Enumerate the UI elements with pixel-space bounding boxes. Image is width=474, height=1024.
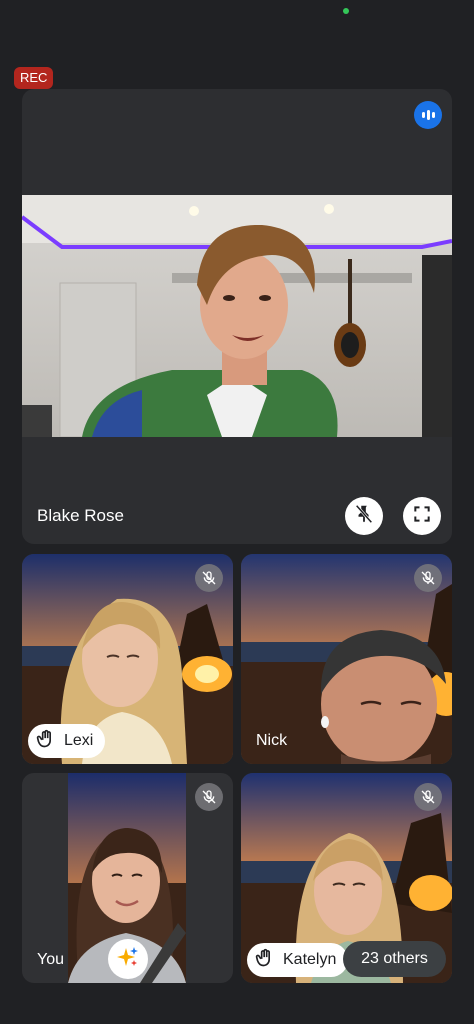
participant-tile-you[interactable]: You (22, 773, 233, 983)
main-participant-name: Blake Rose (37, 506, 124, 525)
audio-level-icon (414, 101, 442, 129)
mic-off-icon (195, 564, 223, 592)
visual-effects-button[interactable] (108, 939, 148, 979)
camera-indicator-dot (343, 8, 349, 14)
mic-off-icon (414, 564, 442, 592)
main-video-feed (22, 195, 452, 437)
fullscreen-button[interactable] (403, 497, 441, 535)
name-pill-lexi: Lexi (28, 724, 106, 758)
mic-off-icon (195, 783, 223, 811)
mic-off-icon (414, 783, 442, 811)
participant-name-you: You (37, 951, 64, 968)
unpin-button[interactable] (345, 497, 383, 535)
fullscreen-icon (412, 504, 432, 529)
raised-hand-icon (36, 729, 56, 754)
participant-name-katelyn: Katelyn (283, 951, 337, 968)
others-count-button[interactable]: 23 others (343, 941, 446, 977)
sparkle-icon (116, 945, 140, 974)
unpin-icon (353, 503, 375, 530)
name-pill-katelyn: Katelyn (247, 943, 349, 977)
main-participant-tile[interactable]: Blake Rose (22, 89, 452, 544)
raised-hand-icon (255, 948, 275, 973)
participant-name-nick: Nick (256, 732, 288, 749)
participant-name-lexi: Lexi (64, 732, 94, 749)
participant-tile-lexi[interactable]: Lexi (22, 554, 233, 764)
participant-tile-nick[interactable]: Nick (241, 554, 452, 764)
recording-badge: REC (14, 67, 54, 89)
